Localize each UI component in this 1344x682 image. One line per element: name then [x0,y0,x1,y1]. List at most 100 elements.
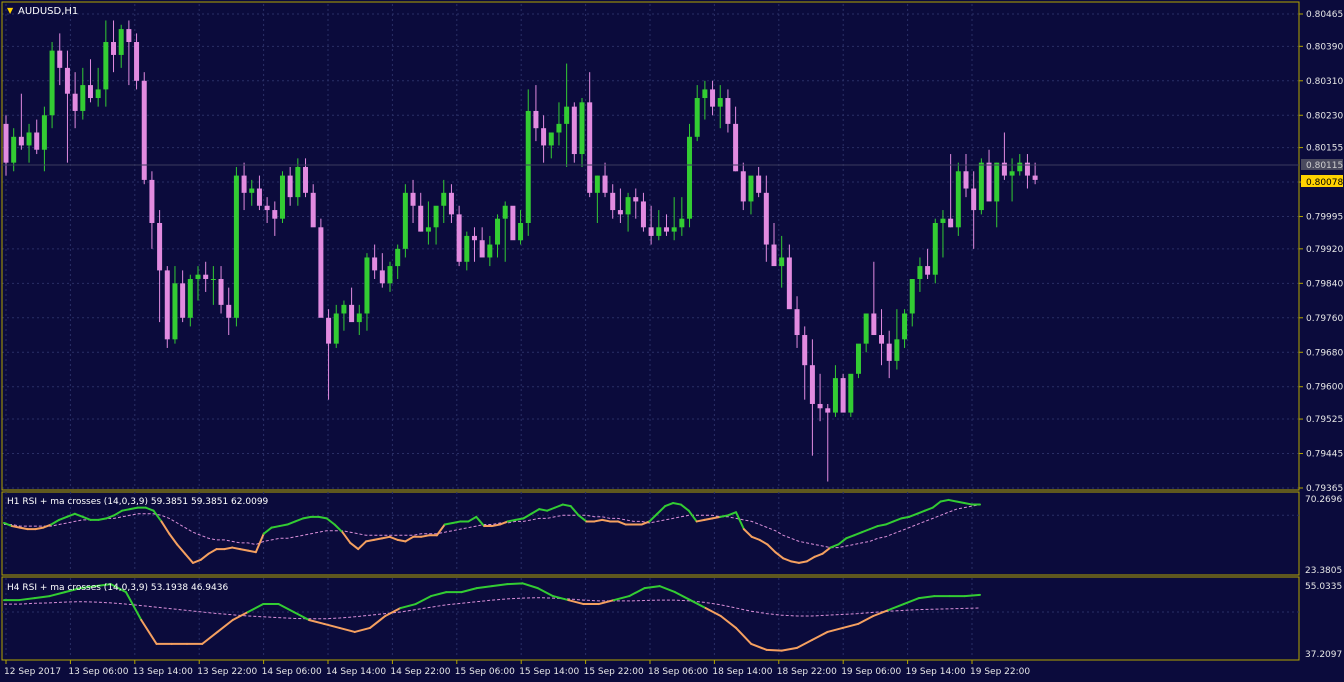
candle-body [111,42,117,55]
candle-body [863,313,869,344]
candle-body [456,214,462,262]
candle-body [210,279,216,281]
candle [233,166,239,327]
candle-body [909,279,915,314]
candle [402,184,408,258]
candle-body [625,197,631,215]
time-tick-label: 14 Sep 22:00 [390,667,450,677]
price-tick-label: 0.80310 [1306,77,1343,87]
candle-body [187,279,193,318]
candle [510,205,516,241]
candle [840,373,846,413]
time-tick-label: 18 Sep 22:00 [777,667,837,677]
time-tick-label: 18 Sep 06:00 [648,667,708,677]
candle-body [886,343,892,361]
candle-body [579,102,585,155]
time-tick-label: 12 Sep 2017 [4,667,61,677]
candle-body [832,378,838,413]
candle-body [740,171,746,202]
candle-body [656,227,662,236]
candle-body [817,403,823,409]
candle-body [994,162,1000,202]
price-tick-label: 0.79680 [1306,348,1343,358]
candle [279,171,285,223]
candle-body [495,218,501,245]
candle-body [256,188,262,206]
candle-body [955,171,961,228]
candle-body [487,244,493,258]
time-tick-label: 15 Sep 14:00 [519,667,579,677]
candle-body [226,304,232,318]
candle-body [164,270,170,340]
candle [49,42,55,129]
rsi-h4-min-label: 37.2097 [1305,650,1342,660]
candle-body [986,162,992,202]
dropdown-arrow-icon[interactable]: ▼ [7,6,14,15]
price-tick-label: 0.79600 [1306,383,1343,393]
candle-body [425,227,431,232]
rsi-segment [963,593,981,598]
candle-body [49,50,55,116]
candle-body [779,257,785,267]
current-price-label: 0.80078 [1306,178,1343,188]
candle-body [57,50,63,68]
time-tick-label: 15 Sep 22:00 [584,667,644,677]
candle-body [648,227,654,236]
price-tick-label: 0.79445 [1306,450,1343,460]
candle-body [126,29,132,43]
candle-body [587,102,593,193]
price-tick-label: 0.80155 [1306,144,1343,154]
candle-body [825,408,831,413]
time-tick-label: 13 Sep 14:00 [133,667,193,677]
symbol-header[interactable]: ▼ AUDUSD,H1 [7,6,78,17]
candle-body [272,210,278,219]
price-tick-label: 0.79760 [1306,314,1343,324]
candle [141,72,147,185]
candle [164,266,170,348]
candle-body [103,42,109,90]
candle [571,102,577,163]
candle-body [963,171,969,189]
candle-body [203,274,209,280]
candle-body [679,218,685,228]
candle-body [18,136,24,146]
candle-body [809,365,815,404]
candle-body [157,222,163,271]
candle-body [326,317,332,344]
time-tick-label: 19 Sep 22:00 [970,667,1030,677]
mt4-chart[interactable]: 0.80465 0.80390 0.80310 0.80230 0.80155 0.800… [0,0,1344,682]
candle-body [610,192,616,211]
candle-body [602,175,608,193]
candle-body [725,98,731,124]
candle-body [402,192,408,249]
candle-body [548,132,554,146]
candle [318,218,324,318]
candle-body [879,335,885,344]
candle [855,343,861,379]
candle-body [41,115,47,150]
candle-body [180,283,186,318]
candle-body [310,192,316,228]
rsi-h4-max-label: 55.0335 [1305,582,1342,592]
candle-body [802,335,808,366]
time-tick-label: 13 Sep 06:00 [68,667,128,677]
candle-body [410,192,416,206]
price-tick-label: 0.79920 [1306,245,1343,255]
candle-body [264,205,270,211]
candle-body [64,67,70,94]
price-tick-label: 0.80230 [1306,111,1343,121]
rsi-h4-title: H4 RSI + ma crosses (14,0,3,9) 53.1938 4… [7,583,228,593]
candle-body [3,123,9,163]
bid-price-label: 0.80115 [1306,161,1343,171]
candle-body [518,222,524,241]
rsi-h1-max-label: 70.2696 [1305,495,1342,505]
candle-body [34,132,40,150]
candle-body [341,304,347,314]
candle-body [118,29,124,55]
candle-body [671,227,677,232]
candle-body [349,304,355,323]
candle-body [855,343,861,374]
candle [955,162,961,236]
candle-body [72,93,78,111]
time-tick-label: 14 Sep 06:00 [262,667,322,677]
